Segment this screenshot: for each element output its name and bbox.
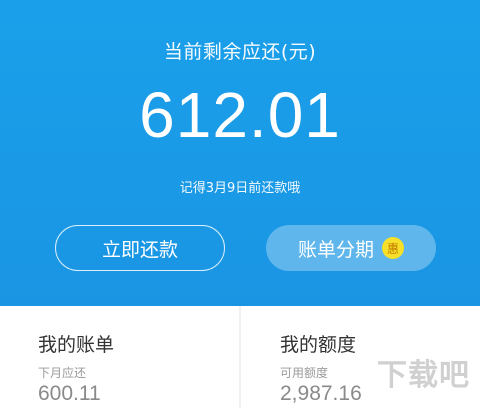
balance-header: 当前剩余应还(元) 612.01 记得3月9日前还款哦 立即还款 账单分期 惠 [0, 0, 480, 306]
next-month-due-label: 下月应还 [38, 366, 87, 380]
my-bill-card[interactable]: 我的账单 下月应还 600.11 [0, 306, 239, 408]
repay-now-label: 立即还款 [101, 238, 178, 261]
due-date-note: 记得3月9日前还款哦 [179, 181, 301, 196]
available-quota-label: 可用额度 [280, 366, 329, 380]
watermark-logo: 下载吧 [377, 358, 470, 393]
available-quota-value: 2,987.16 [280, 382, 362, 405]
next-month-due-value: 600.11 [38, 382, 101, 405]
bill-installment-button[interactable]: 账单分期 惠 [266, 225, 436, 271]
my-bill-title: 我的账单 [38, 334, 115, 356]
bill-installment-label: 账单分期 [297, 238, 374, 261]
balance-title: 当前剩余应还(元) [163, 41, 317, 63]
my-quota-title: 我的额度 [280, 334, 357, 356]
balance-amount: 612.01 [139, 79, 341, 151]
repay-now-button[interactable]: 立即还款 [55, 225, 225, 271]
discount-badge-icon: 惠 [382, 237, 404, 259]
